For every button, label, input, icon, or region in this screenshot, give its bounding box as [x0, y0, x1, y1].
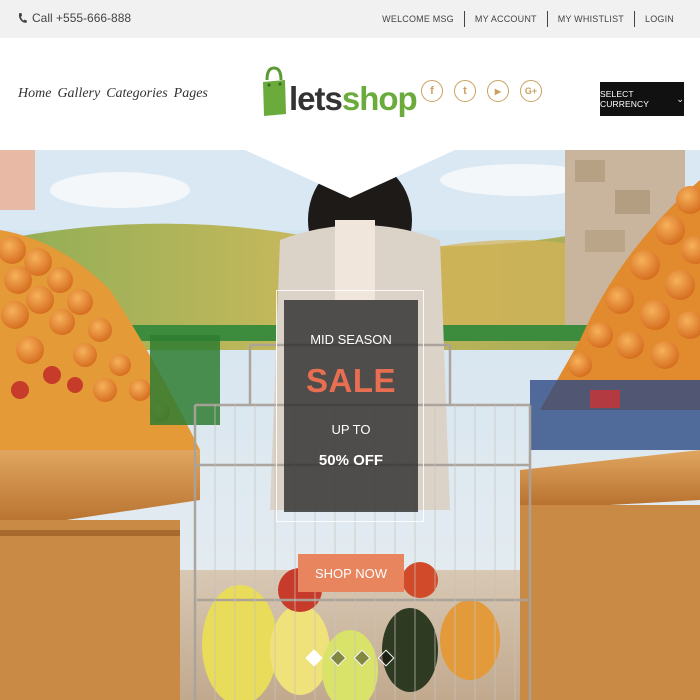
twitter-icon[interactable]: t — [454, 80, 476, 102]
account-links: WELCOME MSG MY ACCOUNT MY WHISTLIST LOGI… — [372, 11, 684, 27]
promo-line-up-to: UP TO — [331, 422, 371, 437]
social-links: f t ▶ G+ — [421, 80, 553, 102]
chevron-down-icon: ⌄ — [676, 93, 684, 104]
top-bar: Call +555-666-888 WELCOME MSG MY ACCOUNT… — [0, 0, 700, 38]
promo-line-sale: SALE — [305, 362, 396, 399]
phone-icon — [18, 12, 27, 23]
promo-line-mid-season: MID SEASON — [310, 332, 392, 347]
nav-item-categories[interactable]: Categories — [106, 86, 167, 102]
logo-text-shop: shop — [341, 80, 418, 117]
nav-item-home[interactable]: Home — [18, 86, 51, 102]
promo-box: MID SEASON SALE UP TO 50% OFF — [284, 300, 418, 512]
currency-label: SELECT CURRENCY — [600, 89, 649, 109]
phone-contact[interactable]: Call +555-666-888 — [18, 11, 131, 25]
slide-dot-1[interactable] — [305, 649, 323, 667]
slider-pagination — [305, 649, 404, 667]
youtube-icon[interactable]: ▶ — [487, 80, 509, 102]
google-plus-icon[interactable]: G+ — [520, 80, 542, 102]
select-currency-button[interactable]: SELECT CURRENCY ⌄ — [600, 82, 684, 116]
my-account-link[interactable]: MY ACCOUNT — [465, 12, 547, 26]
main-nav: Home Gallery Categories Pages — [18, 86, 214, 102]
nav-item-pages[interactable]: Pages — [174, 86, 208, 102]
facebook-icon[interactable]: f — [421, 80, 443, 102]
nav-item-gallery[interactable]: Gallery — [57, 86, 100, 102]
slide-dot-3[interactable] — [353, 649, 371, 667]
slide-dot-2[interactable] — [329, 649, 347, 667]
login-link[interactable]: LOGIN — [635, 12, 684, 26]
phone-number: Call +555-666-888 — [32, 11, 132, 25]
shopping-bag-icon — [263, 66, 286, 116]
logo-text: letsshop — [289, 80, 418, 118]
slide-dot-4[interactable] — [377, 649, 395, 667]
logo-text-lets: lets — [289, 80, 343, 117]
my-wishlist-link[interactable]: MY WHISTLIST — [548, 12, 634, 26]
shop-now-button[interactable]: SHOP NOW — [298, 554, 404, 592]
site-logo[interactable]: letsshop — [261, 64, 418, 118]
hero-slider: MID SEASON SALE UP TO 50% OFF SHOP NOW — [0, 150, 700, 700]
promo-line-discount: 50% OFF — [318, 452, 384, 469]
welcome-msg-link[interactable]: WELCOME MSG — [372, 12, 464, 26]
site-header: Home Gallery Categories Pages letsshop f… — [0, 38, 700, 150]
